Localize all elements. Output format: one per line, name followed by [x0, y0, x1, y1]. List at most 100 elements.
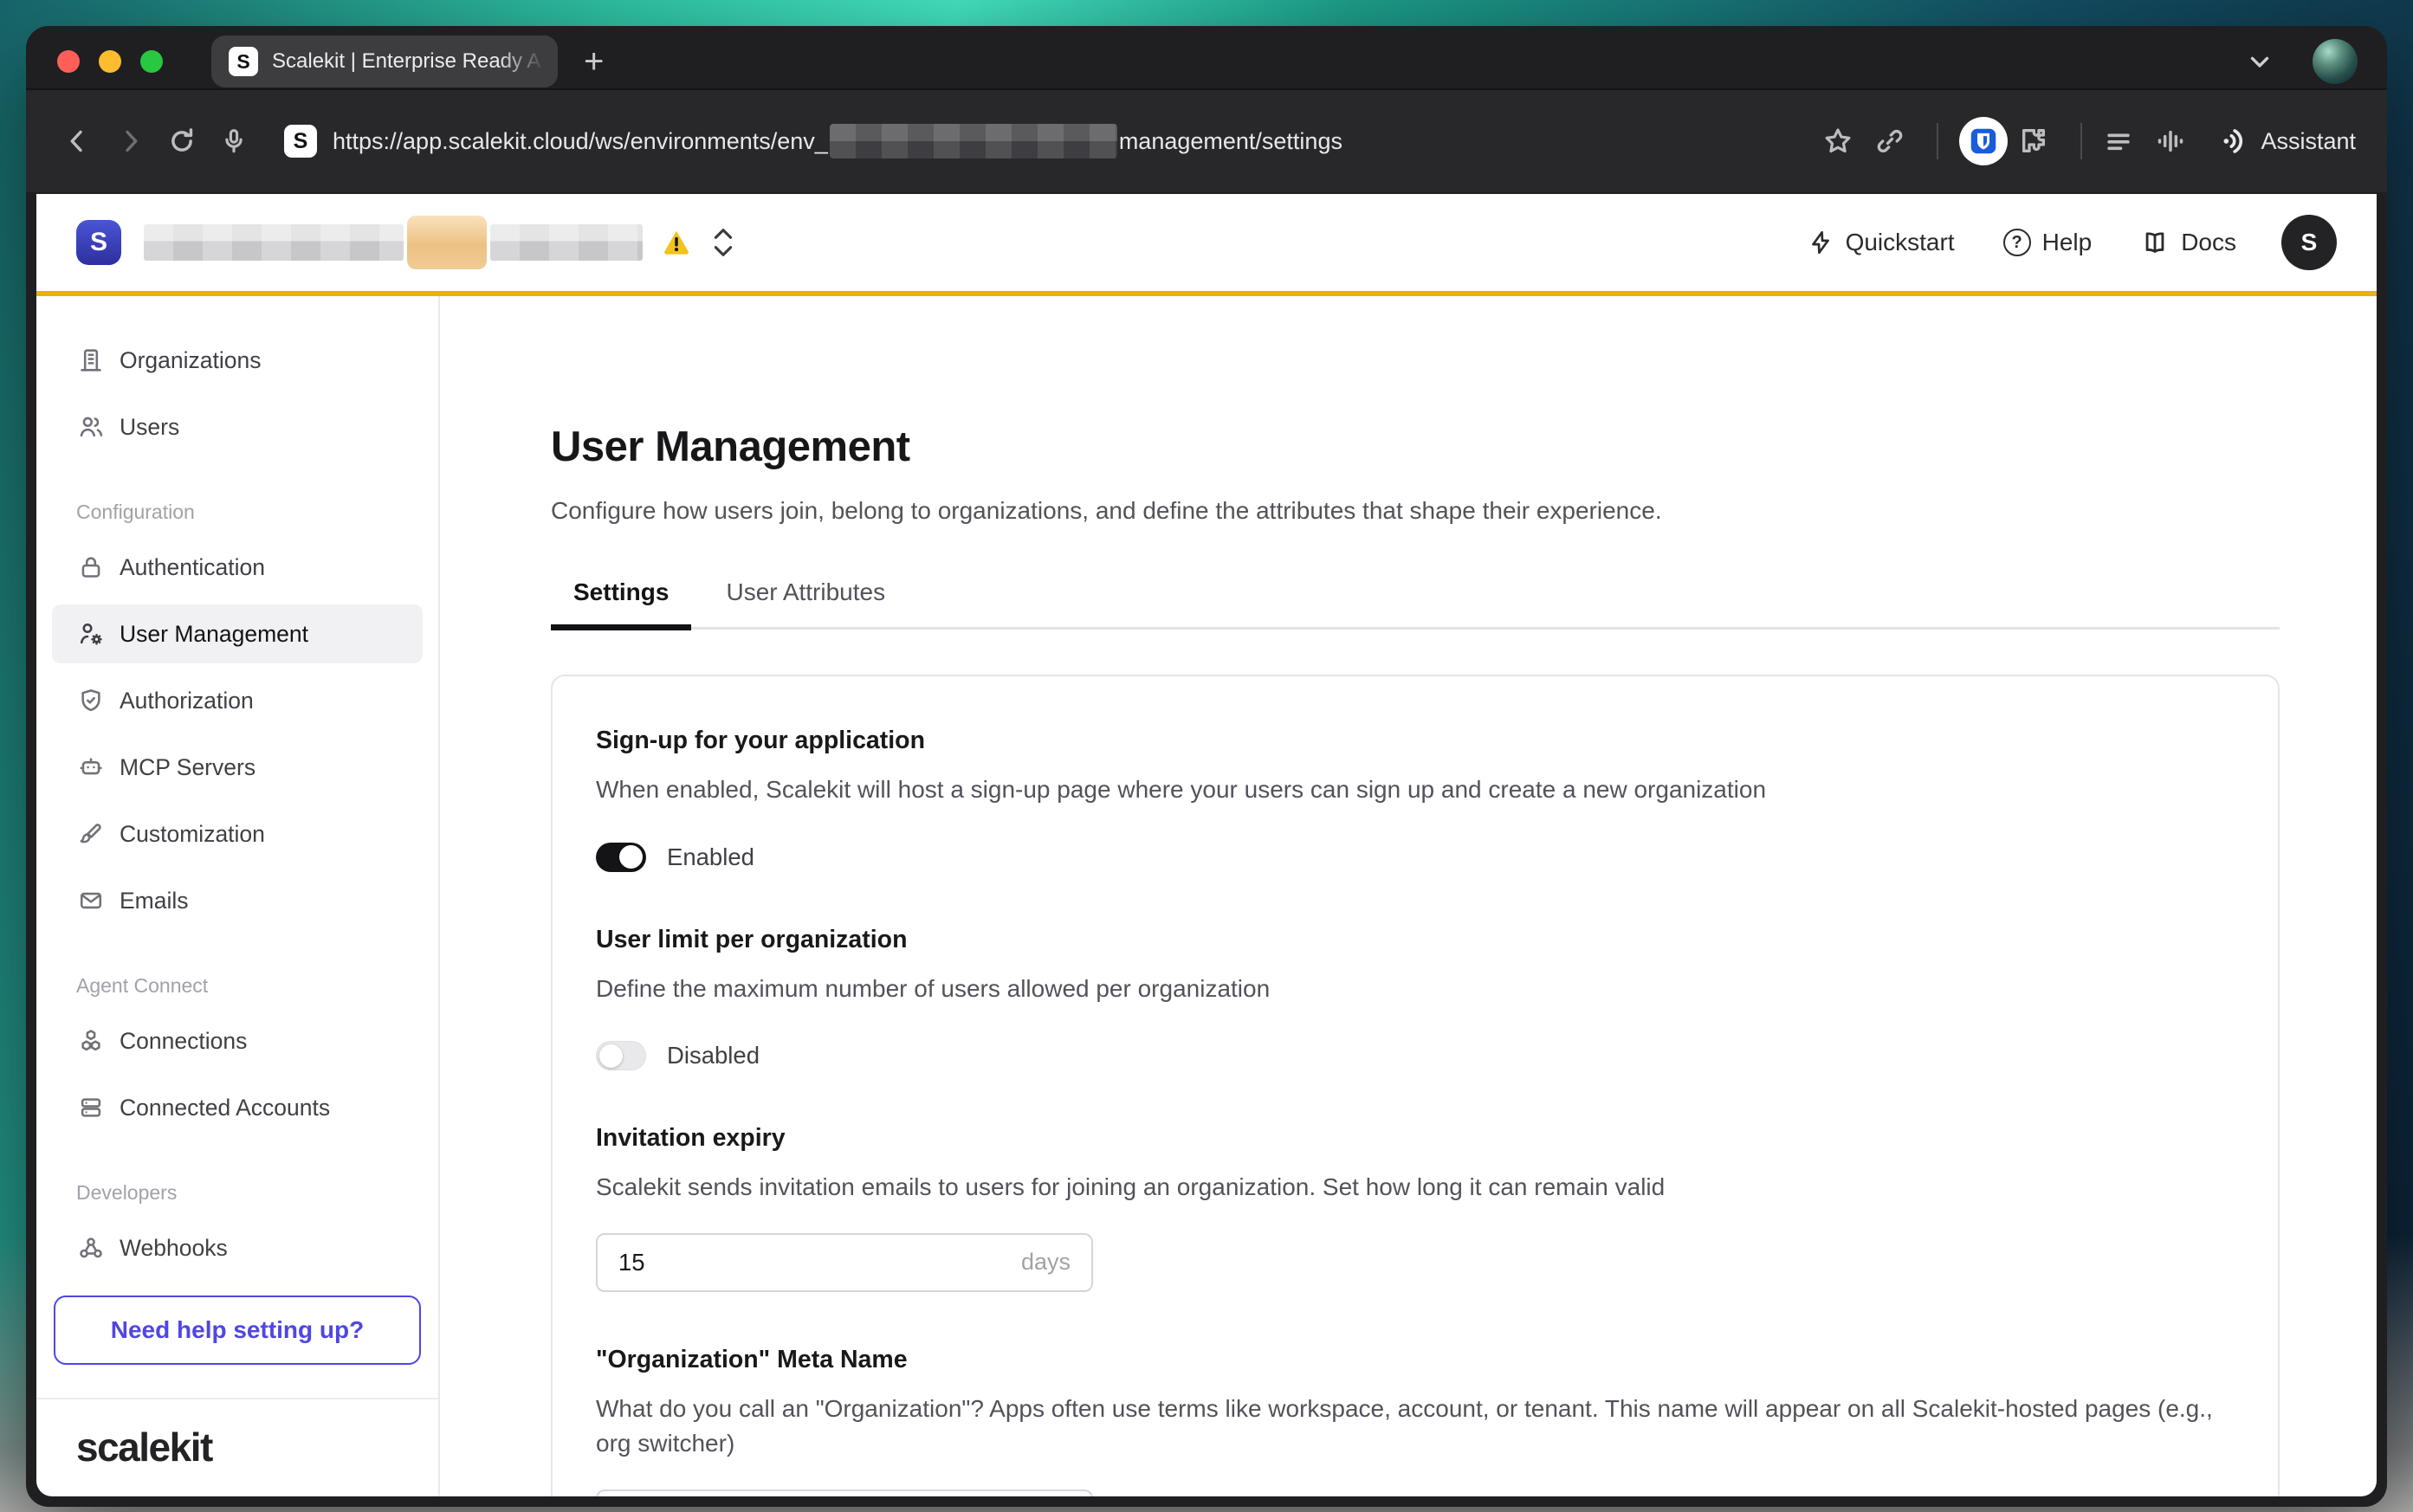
- sidebar-item-emails[interactable]: Emails: [52, 871, 423, 930]
- extensions-puzzle-icon[interactable]: [2013, 120, 2054, 162]
- invitation-expiry-field: days: [596, 1233, 1093, 1292]
- environment-badge-redacted: [407, 216, 487, 269]
- section-title: Invitation expiry: [596, 1124, 2235, 1153]
- sidebar-item-customization[interactable]: Customization: [52, 804, 423, 863]
- url-prefix: https://app.scalekit.cloud/ws/environmen…: [333, 128, 828, 155]
- toolbar-separator: [2080, 123, 2082, 159]
- tab-favicon: S: [229, 47, 258, 76]
- invitation-expiry-unit: days: [1021, 1249, 1071, 1276]
- sidebar-group-agent-connect: Agent Connect: [76, 974, 424, 998]
- users-icon: [76, 412, 106, 442]
- help-label: Help: [2042, 229, 2093, 256]
- cubes-icon: [76, 1026, 106, 1056]
- sidebar-item-connections[interactable]: Connections: [52, 1011, 423, 1070]
- org-meta-name-field: [596, 1489, 1093, 1496]
- help-link[interactable]: ? Help: [2003, 229, 2093, 256]
- reload-icon[interactable]: [161, 120, 203, 162]
- copy-link-icon[interactable]: [1869, 120, 1911, 162]
- section-signup: Sign-up for your application When enable…: [596, 727, 2235, 872]
- sidebar-item-label: MCP Servers: [120, 754, 256, 781]
- zoom-window-button[interactable]: [140, 50, 163, 73]
- sidebar-item-label: Authorization: [120, 688, 254, 714]
- quickstart-link[interactable]: Quickstart: [1807, 229, 1955, 256]
- quickstart-label: Quickstart: [1846, 229, 1955, 256]
- browser-url-bar: S https://app.scalekit.cloud/ws/environm…: [26, 88, 2387, 192]
- microphone-icon[interactable]: [213, 120, 255, 162]
- settings-card: Sign-up for your application When enable…: [551, 675, 2280, 1496]
- sidebar-item-authentication[interactable]: Authentication: [52, 538, 423, 597]
- page-subtitle: Configure how users join, belong to orga…: [551, 497, 2280, 525]
- sidebar-item-user-management[interactable]: User Management: [52, 604, 423, 663]
- workspace-logo: S: [76, 220, 121, 265]
- assistant-button[interactable]: Assistant: [2214, 124, 2356, 158]
- user-limit-toggle[interactable]: [596, 1041, 646, 1070]
- lightning-icon: [1807, 229, 1834, 256]
- tab-bar: Settings User Attributes: [551, 578, 2280, 630]
- docs-link[interactable]: Docs: [2140, 228, 2236, 257]
- sidebar-item-users[interactable]: Users: [52, 397, 423, 456]
- help-icon: ?: [2003, 229, 2031, 256]
- tab-user-attributes[interactable]: User Attributes: [703, 578, 908, 627]
- minimize-window-button[interactable]: [99, 50, 121, 73]
- bookmark-star-icon[interactable]: [1817, 120, 1859, 162]
- book-icon: [2140, 228, 2170, 257]
- close-window-button[interactable]: [57, 50, 80, 73]
- signup-toggle-state: Enabled: [667, 843, 754, 871]
- section-invitation-expiry: Invitation expiry Scalekit sends invitat…: [596, 1124, 2235, 1292]
- need-help-button[interactable]: Need help setting up?: [54, 1296, 421, 1365]
- assistant-icon: [2214, 124, 2248, 158]
- sidebar-item-label: Webhooks: [120, 1235, 228, 1262]
- scalekit-wordmark: scalekit: [76, 1425, 212, 1470]
- sidebar-item-authorization[interactable]: Authorization: [52, 671, 423, 730]
- sidebar-item-webhooks[interactable]: Webhooks: [52, 1218, 423, 1277]
- sidebar-item-label: User Management: [120, 621, 308, 648]
- section-org-meta-name: "Organization" Meta Name What do you cal…: [596, 1346, 2235, 1496]
- window-controls: [57, 50, 163, 73]
- lock-icon: [76, 552, 106, 582]
- sidebar-item-label: Connections: [120, 1028, 247, 1055]
- sidebar-item-label: Authentication: [120, 554, 265, 581]
- invitation-expiry-input[interactable]: [618, 1249, 1021, 1276]
- server-stack-icon: [76, 1093, 106, 1122]
- page-title: User Management: [551, 423, 2280, 471]
- sidebar-item-label: Users: [120, 414, 179, 441]
- reading-list-icon[interactable]: [2098, 120, 2139, 162]
- section-description: Define the maximum number of users allow…: [596, 972, 2235, 1007]
- workspace-switcher-chevrons[interactable]: [710, 225, 736, 260]
- bitwarden-extension-icon[interactable]: [1959, 117, 2008, 165]
- browser-window: S Scalekit | Enterprise Ready A +: [26, 26, 2387, 1507]
- main-content: User Management Configure how users join…: [440, 296, 2377, 1496]
- new-tab-button[interactable]: +: [584, 44, 604, 79]
- chevron-down-icon[interactable]: [2245, 47, 2274, 76]
- sidebar-item-label: Organizations: [120, 347, 262, 374]
- docs-label: Docs: [2181, 229, 2236, 256]
- browser-tab[interactable]: S Scalekit | Enterprise Ready A: [211, 36, 558, 87]
- sidebar-item-mcp-servers[interactable]: MCP Servers: [52, 738, 423, 797]
- workspace-name-redacted: [144, 224, 404, 261]
- robot-icon: [76, 753, 106, 782]
- sidebar-group-configuration: Configuration: [76, 501, 424, 524]
- sidebar: Organizations Users Configuration Auth: [36, 296, 440, 1496]
- workspace-switcher[interactable]: [144, 216, 643, 269]
- sidebar-item-connected-accounts[interactable]: Connected Accounts: [52, 1078, 423, 1137]
- user-limit-toggle-state: Disabled: [667, 1042, 760, 1069]
- section-title: "Organization" Meta Name: [596, 1346, 2235, 1374]
- user-avatar[interactable]: S: [2281, 215, 2337, 270]
- back-icon[interactable]: [57, 120, 99, 162]
- environment-name-redacted: [490, 224, 643, 261]
- signup-toggle[interactable]: [596, 843, 646, 872]
- url-address[interactable]: https://app.scalekit.cloud/ws/environmen…: [333, 124, 1342, 158]
- building-icon: [76, 346, 106, 375]
- tab-settings[interactable]: Settings: [551, 578, 691, 627]
- section-title: Sign-up for your application: [596, 727, 2235, 755]
- envelope-icon: [76, 886, 106, 915]
- forward-icon[interactable]: [109, 120, 151, 162]
- voice-waveform-icon[interactable]: [2150, 120, 2191, 162]
- webhook-icon: [76, 1233, 106, 1263]
- section-user-limit: User limit per organization Define the m…: [596, 926, 2235, 1071]
- browser-profile-avatar[interactable]: [2313, 39, 2358, 84]
- browser-tab-bar: S Scalekit | Enterprise Ready A +: [26, 26, 2387, 88]
- section-description: When enabled, Scalekit will host a sign-…: [596, 772, 2235, 808]
- sidebar-item-organizations[interactable]: Organizations: [52, 331, 423, 390]
- shield-check-icon: [76, 686, 106, 715]
